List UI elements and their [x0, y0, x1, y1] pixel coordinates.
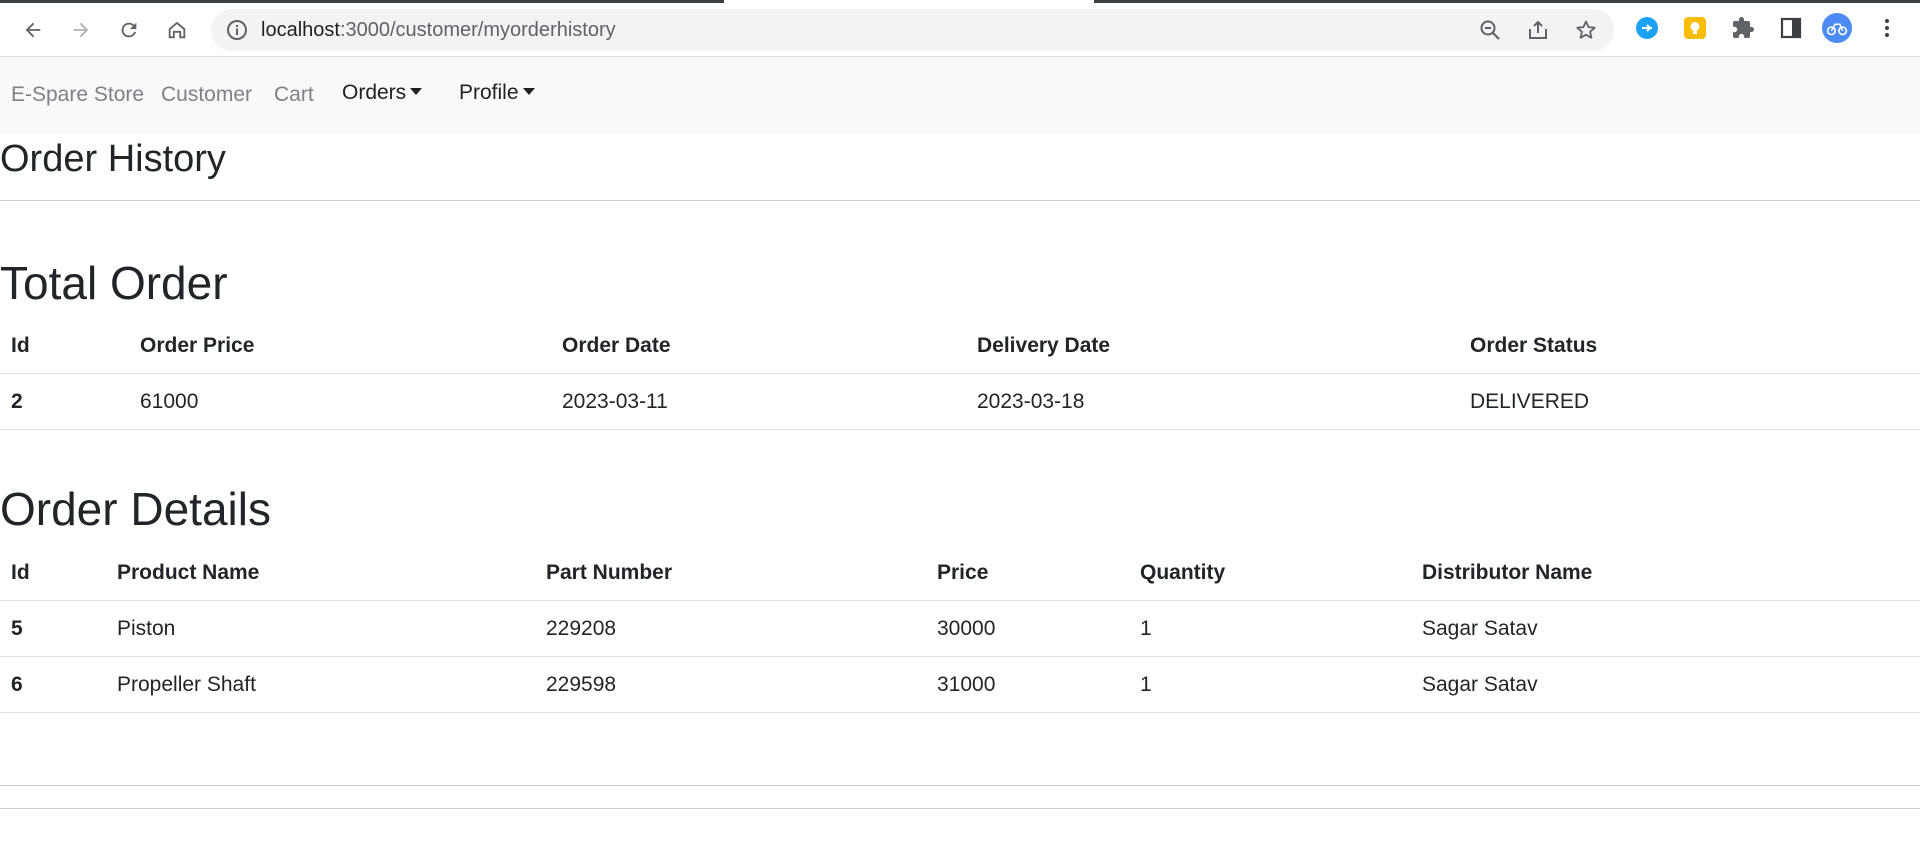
product-name-cell: Piston: [106, 600, 535, 657]
table-header-row: Id Product Name Part Number Price Quanti…: [0, 545, 1920, 601]
home-button[interactable]: [160, 13, 194, 47]
detail-id-cell: 5: [0, 600, 106, 657]
order-date-cell: 2023-03-11: [551, 373, 966, 430]
delivery-date-cell: 2023-03-18: [966, 373, 1459, 430]
nav-orders-label: Orders: [342, 81, 407, 104]
divider: [0, 785, 1920, 786]
url-host: localhost: [261, 19, 340, 41]
forward-button[interactable]: [64, 13, 98, 47]
forward-arrow-icon: [73, 22, 89, 38]
browser-toolbar: localhost:3000/customer/myorderhistory: [0, 0, 1920, 57]
zoom-out-icon[interactable]: [1478, 18, 1502, 42]
address-bar[interactable]: localhost:3000/customer/myorderhistory: [211, 9, 1614, 51]
column-header: Product Name: [106, 545, 535, 601]
column-header: Id: [0, 318, 129, 374]
distributor-name-cell: Sagar Satav: [1411, 656, 1920, 713]
part-number-cell: 229598: [535, 656, 926, 713]
detail-id-cell: 6: [0, 656, 106, 713]
column-header: Price: [926, 545, 1129, 601]
nav-profile-dropdown[interactable]: Profile: [459, 80, 535, 106]
more-vert-icon[interactable]: [1872, 13, 1902, 43]
order-price-cell: 61000: [129, 373, 551, 430]
caret-down-icon: [410, 87, 423, 95]
divider: [0, 200, 1920, 201]
extension-blue-icon[interactable]: [1632, 13, 1662, 43]
column-header: Part Number: [535, 545, 926, 601]
divider: [0, 808, 1920, 809]
tab-strip-edge: [0, 0, 724, 3]
table-header-row: Id Order Price Order Date Delivery Date …: [0, 318, 1920, 374]
nav-customer-link[interactable]: Customer: [161, 82, 252, 108]
side-panel-icon[interactable]: [1776, 13, 1806, 43]
table-row: 5 Piston 229208 30000 1 Sagar Satav: [0, 600, 1920, 657]
home-icon: [168, 21, 186, 39]
profile-avatar-icon[interactable]: [1822, 13, 1852, 43]
order-status-cell: DELIVERED: [1459, 373, 1920, 430]
extension-yellow-icon[interactable]: [1680, 13, 1710, 43]
url-path: :3000/customer/myorderhistory: [339, 19, 616, 41]
order-details-table: Id Product Name Part Number Price Quanti…: [0, 545, 1920, 713]
order-details-heading: Order Details: [0, 483, 271, 535]
tab-strip-edge-right: [1094, 0, 1920, 3]
column-header: Distributor Name: [1411, 545, 1920, 601]
quantity-cell: 1: [1129, 600, 1411, 657]
price-cell: 30000: [926, 600, 1129, 657]
back-button[interactable]: [16, 13, 50, 47]
order-id-cell: 2: [0, 373, 129, 430]
total-order-heading: Total Order: [0, 257, 228, 309]
navbar-brand-link[interactable]: E-Spare Store: [11, 82, 144, 108]
quantity-cell: 1: [1129, 656, 1411, 713]
page-title: Order History: [0, 138, 226, 180]
url-text[interactable]: localhost:3000/customer/myorderhistory: [261, 9, 616, 51]
column-header: Order Date: [551, 318, 966, 374]
nav-cart-link[interactable]: Cart: [274, 82, 314, 108]
price-cell: 31000: [926, 656, 1129, 713]
column-header: Id: [0, 545, 106, 601]
reload-button[interactable]: [112, 13, 146, 47]
nav-profile-label: Profile: [459, 81, 519, 104]
table-row: 2 61000 2023-03-11 2023-03-18 DELIVERED: [0, 373, 1920, 430]
table-row: 6 Propeller Shaft 229598 31000 1 Sagar S…: [0, 656, 1920, 713]
puzzle-icon[interactable]: [1728, 13, 1758, 43]
column-header: Quantity: [1129, 545, 1411, 601]
app-navbar: E-Spare Store Customer Cart Orders Profi…: [0, 57, 1920, 134]
part-number-cell: 229208: [535, 600, 926, 657]
info-icon[interactable]: [225, 18, 249, 42]
column-header: Order Status: [1459, 318, 1920, 374]
caret-down-icon: [522, 87, 535, 95]
reload-icon: [121, 22, 137, 38]
product-name-cell: Propeller Shaft: [106, 656, 535, 713]
nav-orders-dropdown[interactable]: Orders: [342, 80, 423, 106]
column-header: Order Price: [129, 318, 551, 374]
total-order-table: Id Order Price Order Date Delivery Date …: [0, 318, 1920, 430]
back-arrow-icon: [25, 22, 41, 38]
column-header: Delivery Date: [966, 318, 1459, 374]
star-icon[interactable]: [1574, 18, 1598, 42]
share-icon[interactable]: [1526, 18, 1550, 42]
distributor-name-cell: Sagar Satav: [1411, 600, 1920, 657]
